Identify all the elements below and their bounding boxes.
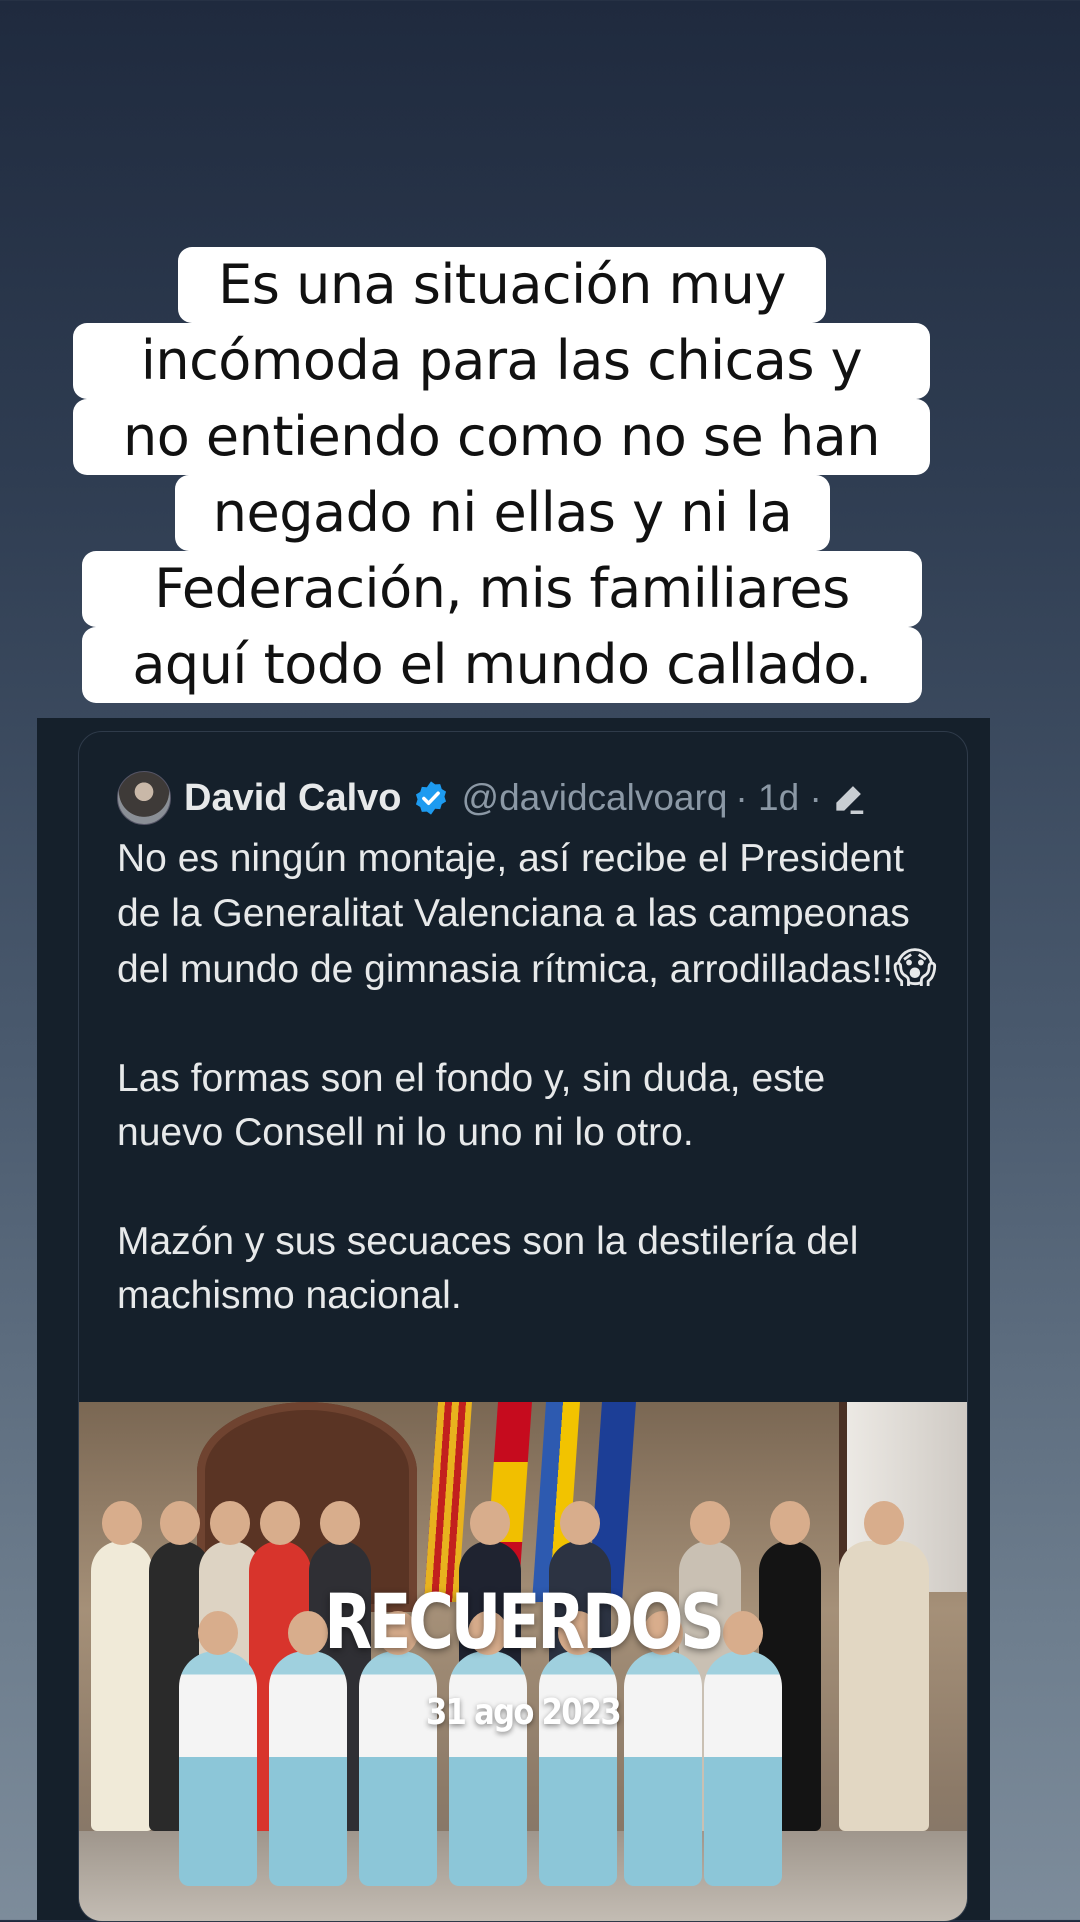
tweet-paragraph-2: Las formas son el fondo y, sin duda, est… xyxy=(117,1056,826,1155)
caption-line-1: Es una situación muy xyxy=(178,247,826,323)
edit-pencil-icon xyxy=(836,786,864,814)
photo-gymnast-kneeling xyxy=(624,1611,702,1886)
author-name[interactable]: David Calvo xyxy=(184,777,402,820)
photo-gymnast-kneeling xyxy=(449,1611,527,1886)
caption-line-5: Federación, mis familiares xyxy=(82,551,922,627)
photo-gymnast-kneeling xyxy=(704,1611,782,1886)
tweet-paragraph-3: Mazón y sus secuaces son la destilería d… xyxy=(117,1219,859,1318)
photo-gymnast-kneeling xyxy=(359,1611,437,1886)
caption-line-2: incómoda para las chicas y xyxy=(73,323,930,399)
caption-line-3: no entiendo como no se han xyxy=(73,399,930,475)
caption-line-6: aquí todo el mundo callado. xyxy=(82,627,922,703)
photo-person-standing xyxy=(91,1501,153,1831)
verified-badge-icon xyxy=(415,781,446,815)
avatar[interactable] xyxy=(117,771,171,825)
tweet-paragraph-1: No es ningún montaje, así recibe el Pres… xyxy=(117,837,937,991)
recuerdos-date: 31 ago 2023 xyxy=(426,1692,622,1733)
tweet-card[interactable]: David Calvo @davidcalvoarq · 1d · No es … xyxy=(78,731,968,1922)
tweet-body: No es ningún montaje, así recibe el Pres… xyxy=(117,832,937,1378)
recuerdos-title: RECUERDOS xyxy=(324,1577,725,1666)
photo-gymnast-kneeling xyxy=(269,1611,347,1886)
photo-gymnast-kneeling xyxy=(539,1611,617,1886)
tweet-header: David Calvo @davidcalvoarq · 1d · xyxy=(117,770,868,826)
tweet-photo[interactable]: RECUERDOS 31 ago 2023 xyxy=(79,1402,967,1921)
scream-emoji-icon: 😱 xyxy=(893,944,937,991)
tweet-timestamp: · 1d · xyxy=(735,777,822,818)
photo-gymnast-kneeling xyxy=(179,1611,257,1886)
author-handle[interactable]: @davidcalvoarq xyxy=(462,777,728,819)
caption-line-4: negado ni ellas y ni la xyxy=(175,475,830,551)
